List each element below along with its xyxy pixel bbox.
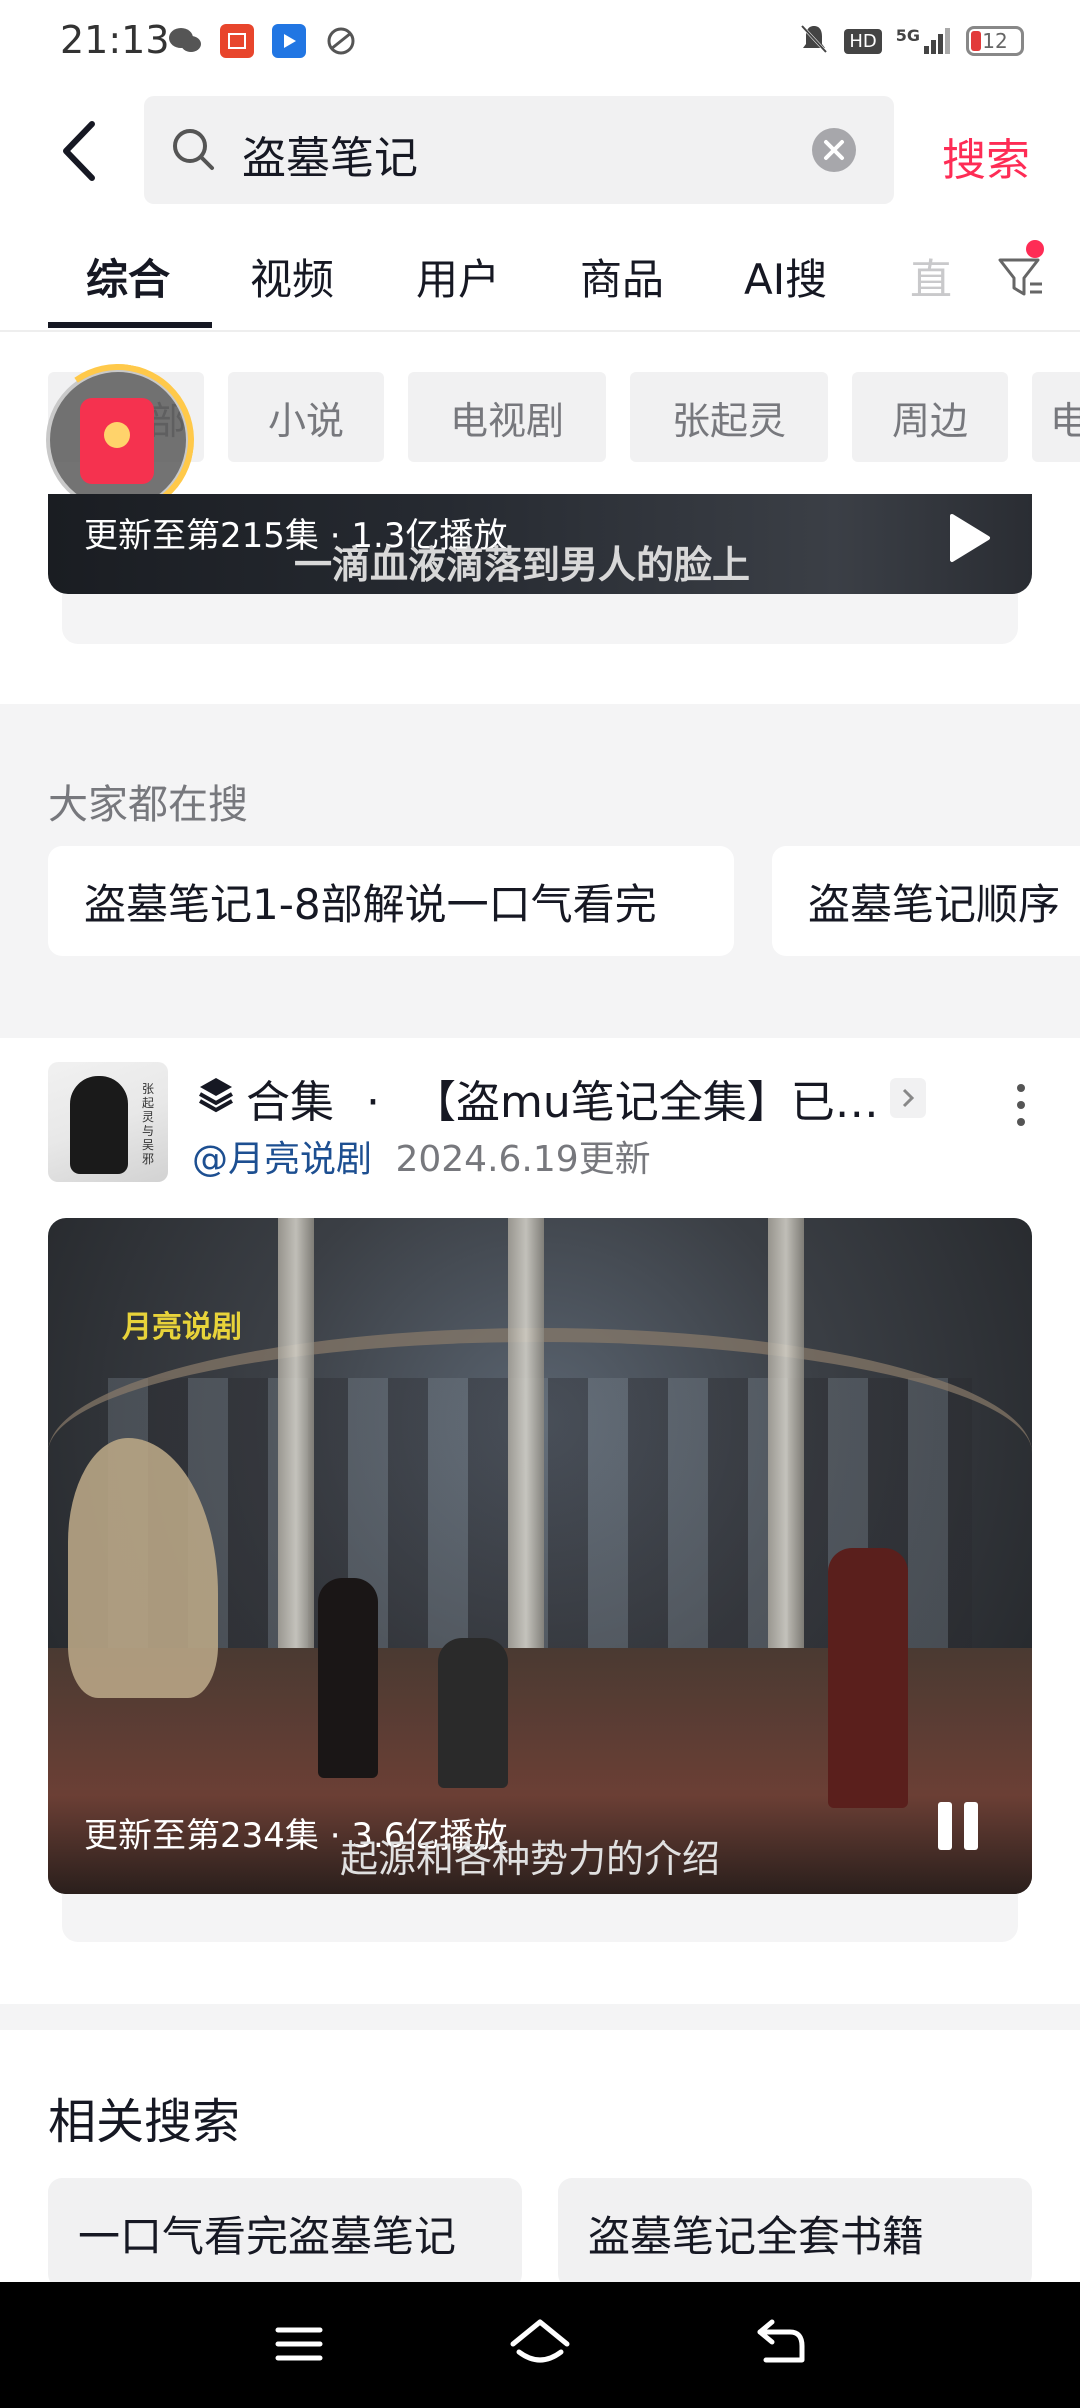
video-scene-person — [318, 1578, 378, 1778]
battery-level: 12 — [982, 29, 1008, 53]
section-separator — [0, 2004, 1080, 2030]
everyone-searches-section: 大家都在搜 盗墓笔记1-8部解说一口气看完 盗墓笔记顺序 — [0, 704, 1080, 1012]
chip-novel[interactable]: 小说 — [228, 372, 384, 462]
search-header: 盗墓笔记 搜索 — [0, 84, 1080, 218]
signal-label: 5G — [895, 26, 920, 45]
clear-icon[interactable] — [812, 128, 856, 172]
menu-icon[interactable] — [264, 2312, 334, 2376]
card-shadow — [62, 594, 1018, 644]
video-subtitle: 起源和各种势力的介绍 — [340, 1837, 721, 1881]
search-tabs: 综合 视频 用户 商品 AI搜 直 — [0, 232, 1080, 332]
collection-video[interactable]: 月亮说剧 更新至第234集 · 3.6亿播放 起源和各种势力的介绍 — [48, 1218, 1032, 1894]
related-search-chip[interactable]: 一口气看完盗墓笔记 — [48, 2178, 522, 2288]
back-arrow-icon — [63, 121, 95, 181]
avatar-figure — [70, 1076, 128, 1174]
filter-notification-dot — [1026, 240, 1044, 258]
tab-users[interactable]: 用户 — [416, 246, 500, 307]
mute-icon — [798, 22, 830, 60]
section-title: 大家都在搜 — [48, 782, 248, 828]
collection-header: 张起灵与吴邪 合集 · 【盗mu笔记全集】已… @月亮说剧 2024.6.19更… — [0, 1040, 1080, 1190]
more-options-icon[interactable] — [1006, 1080, 1036, 1130]
red-envelope-seal — [104, 422, 130, 448]
play-icon[interactable] — [936, 508, 996, 568]
battery-icon: 12 — [966, 26, 1024, 56]
section-separator — [0, 1012, 1080, 1038]
suggestion-chip[interactable]: 盗墓笔记顺序 — [772, 846, 1080, 956]
collection-type-label: 合集 — [246, 1077, 334, 1128]
chip-tv-series[interactable]: 电视剧 — [408, 372, 606, 462]
card-shadow — [62, 1894, 1018, 1942]
author-link[interactable]: @月亮说剧 — [192, 1139, 372, 1180]
tab-comprehensive[interactable]: 综合 — [86, 246, 170, 307]
chip-zhang-qiling[interactable]: 张起灵 — [630, 372, 828, 462]
back-nav-icon[interactable] — [746, 2312, 816, 2376]
pause-icon[interactable] — [934, 1798, 984, 1854]
title-separator-dot: · — [366, 1077, 380, 1128]
hd-icon: HD — [844, 28, 882, 54]
tab-ai-search[interactable]: AI搜 — [744, 246, 827, 307]
5g-signal-icon: 5G — [896, 26, 952, 56]
chip-merch[interactable]: 周边 — [852, 372, 1008, 462]
tab-products[interactable]: 商品 — [580, 246, 664, 307]
search-input[interactable]: 盗墓笔记 — [242, 122, 418, 186]
notification-icons — [168, 24, 358, 58]
system-nav-bar — [0, 2282, 1080, 2408]
search-icon — [173, 129, 214, 170]
chip-more[interactable]: 电 — [1032, 372, 1080, 462]
tencent-video-icon — [272, 24, 306, 58]
update-date: 2024.6.19更新 — [395, 1139, 651, 1180]
top-video-card[interactable]: 更新至第215集 · 1.3亿播放 一滴血液滴落到男人的脸上 — [48, 494, 1032, 594]
status-time: 21:13 — [60, 18, 170, 62]
collection-title[interactable]: 合集 · 【盗mu笔记全集】已… — [246, 1066, 879, 1130]
back-button[interactable] — [56, 116, 106, 186]
system-icons: HD 5G 12 — [798, 22, 1024, 60]
author-line: @月亮说剧 2024.6.19更新 — [192, 1130, 651, 1182]
layers-icon — [199, 1078, 233, 1113]
top-video-subtitle: 一滴血液滴落到男人的脸上 — [294, 543, 751, 587]
home-icon[interactable] — [505, 2312, 575, 2376]
related-search-chip[interactable]: 盗墓笔记全套书籍 — [558, 2178, 1032, 2288]
suggestion-chip[interactable]: 盗墓笔记1-8部解说一口气看完 — [48, 846, 734, 956]
collection-name: 【盗mu笔记全集】已… — [412, 1077, 879, 1128]
search-box[interactable]: 盗墓笔记 — [144, 96, 894, 204]
related-searches-title: 相关搜索 — [48, 2094, 241, 2150]
avatar-text: 张起灵与吴邪 — [142, 1082, 155, 1166]
avatar[interactable]: 张起灵与吴邪 — [48, 1062, 168, 1182]
listen-app-icon — [220, 24, 254, 58]
browser-icon — [324, 24, 358, 58]
video-scene-person — [828, 1548, 908, 1808]
search-button[interactable]: 搜索 — [942, 124, 1030, 188]
tab-live[interactable]: 直 — [910, 246, 952, 307]
status-bar: 21:13 HD 5G 12 — [0, 0, 1080, 84]
filter-icon[interactable] — [996, 252, 1046, 302]
channel-watermark: 月亮说剧 — [122, 1310, 242, 1345]
chevron-right-icon[interactable] — [890, 1078, 926, 1118]
active-tab-indicator — [48, 322, 212, 328]
video-scene-lantern — [438, 1638, 508, 1788]
tab-video[interactable]: 视频 — [250, 246, 334, 307]
wechat-icon — [168, 24, 202, 58]
